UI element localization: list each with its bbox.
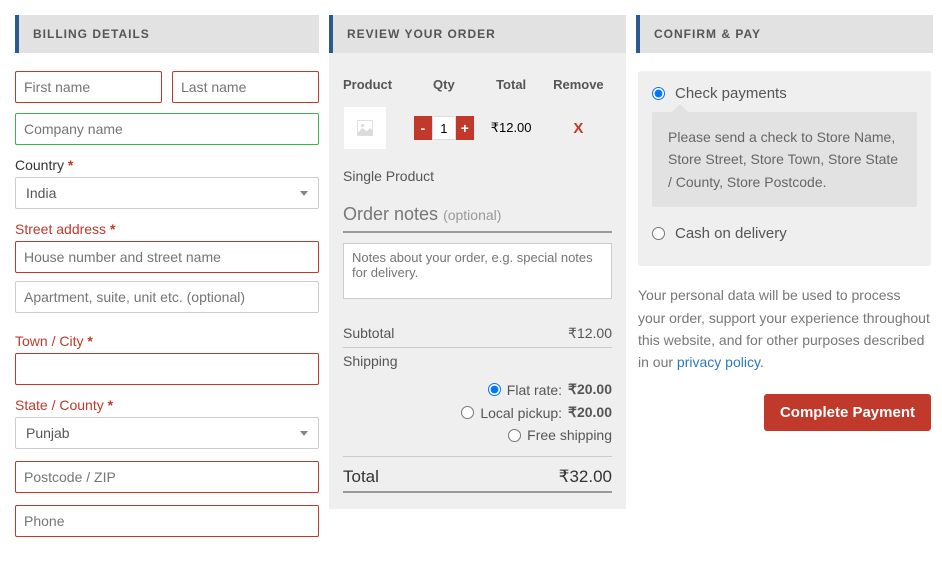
state-label: State / County * (15, 397, 319, 413)
payment-check-desc: Please send a check to Store Name, Store… (652, 112, 917, 207)
shipping-local-option[interactable]: Local pickup: ₹20.00 (343, 401, 612, 424)
company-input[interactable] (15, 113, 319, 145)
cart-item-row: - + ₹12.00 X (343, 102, 612, 162)
shipping-options: Flat rate: ₹20.00 Local pickup: ₹20.00 F… (343, 374, 612, 457)
street2-input[interactable] (15, 281, 319, 313)
item-total: ₹12.00 (478, 120, 545, 136)
chevron-down-icon (300, 431, 308, 436)
privacy-text: Your personal data will be used to proce… (638, 284, 931, 374)
privacy-policy-link[interactable]: privacy policy (677, 354, 760, 370)
town-input[interactable] (15, 353, 319, 385)
shipping-flat-radio[interactable] (488, 383, 501, 396)
country-label: Country * (15, 157, 319, 173)
shipping-flat-option[interactable]: Flat rate: ₹20.00 (343, 378, 612, 401)
payment-cod-radio[interactable] (652, 227, 665, 240)
qty-input[interactable] (432, 116, 456, 140)
confirm-column: CONFIRM & PAY Check payments Please send… (636, 15, 933, 431)
billing-column: BILLING DETAILS Country * India Street a… (15, 15, 319, 549)
last-name-input[interactable] (172, 71, 319, 103)
town-label: Town / City * (15, 333, 319, 349)
order-notes-input[interactable] (343, 243, 612, 299)
street-label: Street address * (15, 221, 319, 237)
product-thumbnail (343, 106, 387, 150)
qty-plus-button[interactable]: + (456, 116, 474, 140)
payment-box: Check payments Please send a check to St… (638, 71, 931, 266)
shipping-local-radio[interactable] (461, 406, 474, 419)
street1-input[interactable] (15, 241, 319, 273)
country-select[interactable]: India (15, 177, 319, 209)
postcode-input[interactable] (15, 461, 319, 493)
product-name: Single Product (343, 162, 612, 198)
order-notes-title: Order notes (optional) (343, 198, 612, 233)
payment-cod-option[interactable]: Cash on delivery (652, 225, 917, 242)
complete-payment-button[interactable]: Complete Payment (764, 394, 931, 431)
chevron-down-icon (300, 191, 308, 196)
image-placeholder-icon (355, 118, 375, 138)
subtotal-row: Subtotal ₹12.00 (343, 320, 612, 348)
billing-header: BILLING DETAILS (15, 15, 319, 53)
payment-check-option[interactable]: Check payments (652, 85, 917, 102)
review-header: REVIEW YOUR ORDER (329, 15, 626, 53)
total-row: Total ₹32.00 (343, 457, 612, 493)
review-table-header: Product Qty Total Remove (343, 71, 612, 102)
phone-input[interactable] (15, 505, 319, 537)
shipping-label-row: Shipping (343, 348, 612, 374)
qty-stepper: - + (414, 116, 474, 140)
remove-item-button[interactable]: X (573, 120, 583, 137)
state-select[interactable]: Punjab (15, 417, 319, 449)
payment-check-radio[interactable] (652, 87, 665, 100)
confirm-header: CONFIRM & PAY (636, 15, 933, 53)
shipping-free-radio[interactable] (508, 429, 521, 442)
country-value: India (26, 185, 56, 201)
review-column: REVIEW YOUR ORDER Product Qty Total Remo… (329, 15, 626, 509)
qty-minus-button[interactable]: - (414, 116, 432, 140)
first-name-input[interactable] (15, 71, 162, 103)
state-value: Punjab (26, 425, 70, 441)
shipping-free-option[interactable]: Free shipping (343, 424, 612, 446)
